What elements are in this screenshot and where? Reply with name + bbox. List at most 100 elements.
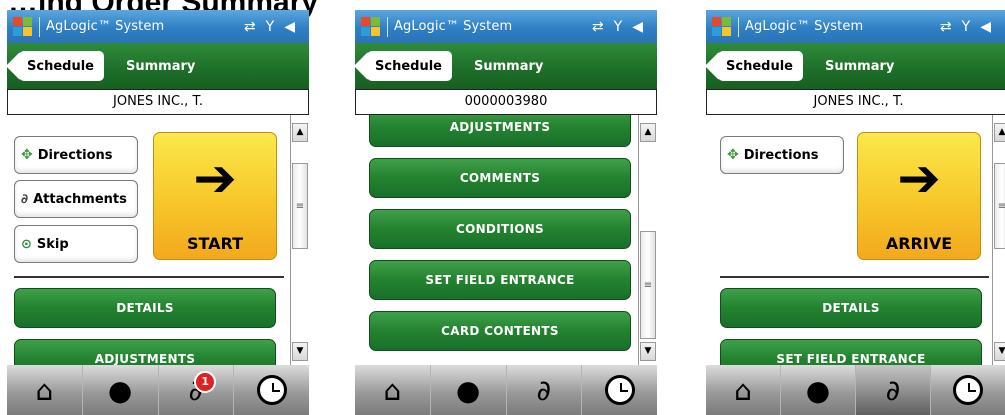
clock-icon [256,375,287,405]
attachments-label: Attachments [33,191,127,207]
volume-icon[interactable]: ◀ [632,19,643,35]
schedule-back-label: Schedule [27,58,94,74]
arrow-right-icon: ➔ [193,149,237,209]
start-label: START [186,234,244,253]
signal-icon: Y [265,18,275,35]
volume-icon[interactable]: ◀ [980,19,991,35]
sync-icon: ⇄ [939,18,952,35]
directions-label: Directions [743,147,819,163]
arrow-right-icon: ➔ [897,149,941,209]
attachments-button[interactable]: ∂ Attachments [14,180,138,218]
attachment-count-badge: 1 [194,371,217,393]
attachments-tab[interactable]: ∂ 1 [159,365,235,415]
status-bar: AgLogic™ System ⇄ Y ◀ [355,10,657,43]
home-tab[interactable]: ⌂ [355,365,431,415]
status-separator [738,16,739,37]
scroll-down-icon[interactable]: ▼ [994,342,1005,361]
skip-button[interactable]: ⊙ Skip [14,225,138,263]
windows-start-icon[interactable] [13,16,33,37]
history-tab[interactable] [582,365,657,415]
customer-name-bar: JONES INC., T. [706,89,1005,115]
scroll-thumb[interactable]: ≡ [994,163,1005,249]
start-button[interactable]: ➔ START [153,132,277,260]
signal-icon: Y [961,18,971,35]
nav-title: Summary [824,58,895,74]
attachments-tab[interactable]: ∂ [856,365,931,415]
skip-icon: ⊙ [21,236,32,252]
clock-icon [604,375,635,405]
sync-icon: ⇄ [243,18,256,35]
messages-tab[interactable]: ● [781,365,856,415]
arrive-label: ARRIVE [885,234,953,253]
home-tab[interactable]: ⌂ [706,365,781,415]
arrive-button[interactable]: ➔ ARRIVE [857,132,981,260]
schedule-back-button[interactable]: Schedule [19,51,104,81]
scroll-up-icon[interactable]: ▲ [994,123,1005,142]
messages-tab[interactable]: ● [83,365,159,415]
bottom-tab-bar: ⌂ ● ∂ [706,365,1005,415]
status-bar: AgLogic™ System ⇄ Y ◀ [7,10,309,43]
adjustments-button[interactable]: ADJUSTMENTS [369,115,631,147]
status-bar: AgLogic™ System ⇄ Y ◀ [706,10,1005,43]
summary-content: ADJUSTMENTS COMMENTS CONDITIONS SET FIEL… [355,115,638,365]
phone-screen-start: AgLogic™ System ⇄ Y ◀ Schedule Summary J… [7,10,309,415]
attachments-tab[interactable]: ∂ [507,365,583,415]
set-field-entrance-button[interactable]: SET FIELD ENTRANCE [369,260,631,300]
scrollbar[interactable]: ▲ ≡ ▼ [992,115,1005,365]
windows-start-icon[interactable] [712,16,732,37]
status-separator [387,16,388,37]
volume-icon[interactable]: ◀ [284,19,295,35]
scroll-thumb[interactable]: ≡ [292,163,308,249]
nav-bar: Schedule Summary [7,43,309,89]
phone-screen-list: AgLogic™ System ⇄ Y ◀ Schedule Summary 0… [355,10,657,415]
scroll-thumb[interactable]: ≡ [640,231,656,339]
details-button[interactable]: DETAILS [720,288,982,328]
adjustments-button[interactable]: ADJUSTMENTS [14,339,276,365]
nav-bar: Schedule Summary [706,43,1005,89]
schedule-back-button[interactable]: Schedule [367,51,452,81]
chat-bubble-icon: ● [805,373,831,407]
directions-button[interactable]: ✥ Directions [720,136,844,174]
windows-start-icon[interactable] [361,16,381,37]
paperclip-icon: ∂ [536,373,552,407]
scroll-down-icon[interactable]: ▼ [640,342,656,361]
scroll-up-icon[interactable]: ▲ [292,123,308,142]
scrollbar[interactable]: ▲ ≡ ▼ [638,115,657,365]
schedule-back-button[interactable]: Schedule [718,51,803,81]
messages-tab[interactable]: ● [431,365,507,415]
history-tab[interactable] [931,365,1005,415]
app-title: AgLogic™ System [46,19,165,34]
directions-icon: ✥ [21,147,33,163]
phone-screen-arrive: AgLogic™ System ⇄ Y ◀ Schedule Summary J… [706,10,1005,415]
directions-label: Directions [37,147,113,163]
set-field-entrance-button[interactable]: SET FIELD ENTRANCE [720,339,982,365]
nav-title: Summary [125,58,196,74]
scroll-up-icon[interactable]: ▲ [640,123,656,142]
card-contents-button[interactable]: CARD CONTENTS [369,311,631,351]
app-title: AgLogic™ System [745,19,864,34]
home-tab[interactable]: ⌂ [7,365,83,415]
paperclip-icon: ∂ [21,191,29,207]
scrollbar[interactable]: ▲ ≡ ▼ [290,115,309,365]
schedule-back-label: Schedule [375,58,442,74]
order-number-bar: 0000003980 [355,89,657,115]
details-button[interactable]: DETAILS [14,288,276,328]
paperclip-icon: ∂ [885,373,901,407]
skip-label: Skip [36,236,69,252]
scroll-down-icon[interactable]: ▼ [292,342,308,361]
history-tab[interactable] [234,365,309,415]
directions-icon: ✥ [727,147,739,163]
home-icon: ⌂ [35,373,54,407]
status-separator [39,16,40,37]
comments-button[interactable]: COMMENTS [369,158,631,198]
directions-button[interactable]: ✥ Directions [14,136,138,174]
nav-title: Summary [473,58,544,74]
sync-icon: ⇄ [591,18,604,35]
home-icon: ⌂ [383,373,402,407]
clock-icon [953,375,983,405]
conditions-button[interactable]: CONDITIONS [369,209,631,249]
chat-bubble-icon: ● [107,373,133,407]
schedule-back-label: Schedule [726,58,793,74]
section-divider [14,276,284,278]
home-icon: ⌂ [734,373,752,407]
